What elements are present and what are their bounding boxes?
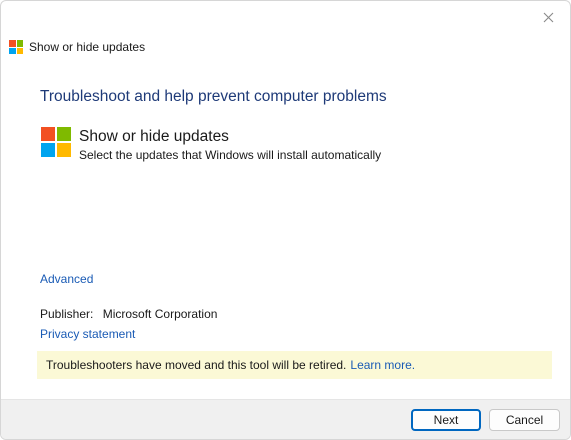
publisher-value: Microsoft Corporation (102, 307, 218, 321)
publisher-info: Publisher: Microsoft Corporation (40, 307, 217, 321)
title-bar: Show or hide updates (9, 38, 145, 56)
publisher-label: Publisher: (40, 307, 94, 321)
notice-text: Troubleshooters have moved and this tool… (46, 358, 347, 372)
retirement-notice: Troubleshooters have moved and this tool… (37, 351, 552, 379)
learn-more-link[interactable]: Learn more. (350, 358, 415, 372)
troubleshooter-info: Show or hide updates Select the updates … (41, 127, 381, 162)
cancel-button[interactable]: Cancel (489, 409, 560, 431)
troubleshooter-description: Select the updates that Windows will ins… (79, 148, 382, 162)
windows-logo-icon (9, 40, 23, 54)
close-icon (543, 12, 553, 22)
windows-logo-icon (41, 127, 71, 157)
button-bar: Next Cancel (1, 399, 570, 439)
page-heading: Troubleshoot and help prevent computer p… (40, 88, 387, 105)
close-button[interactable] (534, 6, 562, 28)
advanced-link[interactable]: Advanced (40, 272, 93, 286)
next-button[interactable]: Next (411, 409, 481, 431)
privacy-statement-link[interactable]: Privacy statement (40, 327, 135, 341)
dialog-window: Show or hide updates Troubleshoot and he… (0, 0, 571, 440)
troubleshooter-name: Show or hide updates (79, 128, 229, 145)
window-title: Show or hide updates (29, 40, 146, 54)
